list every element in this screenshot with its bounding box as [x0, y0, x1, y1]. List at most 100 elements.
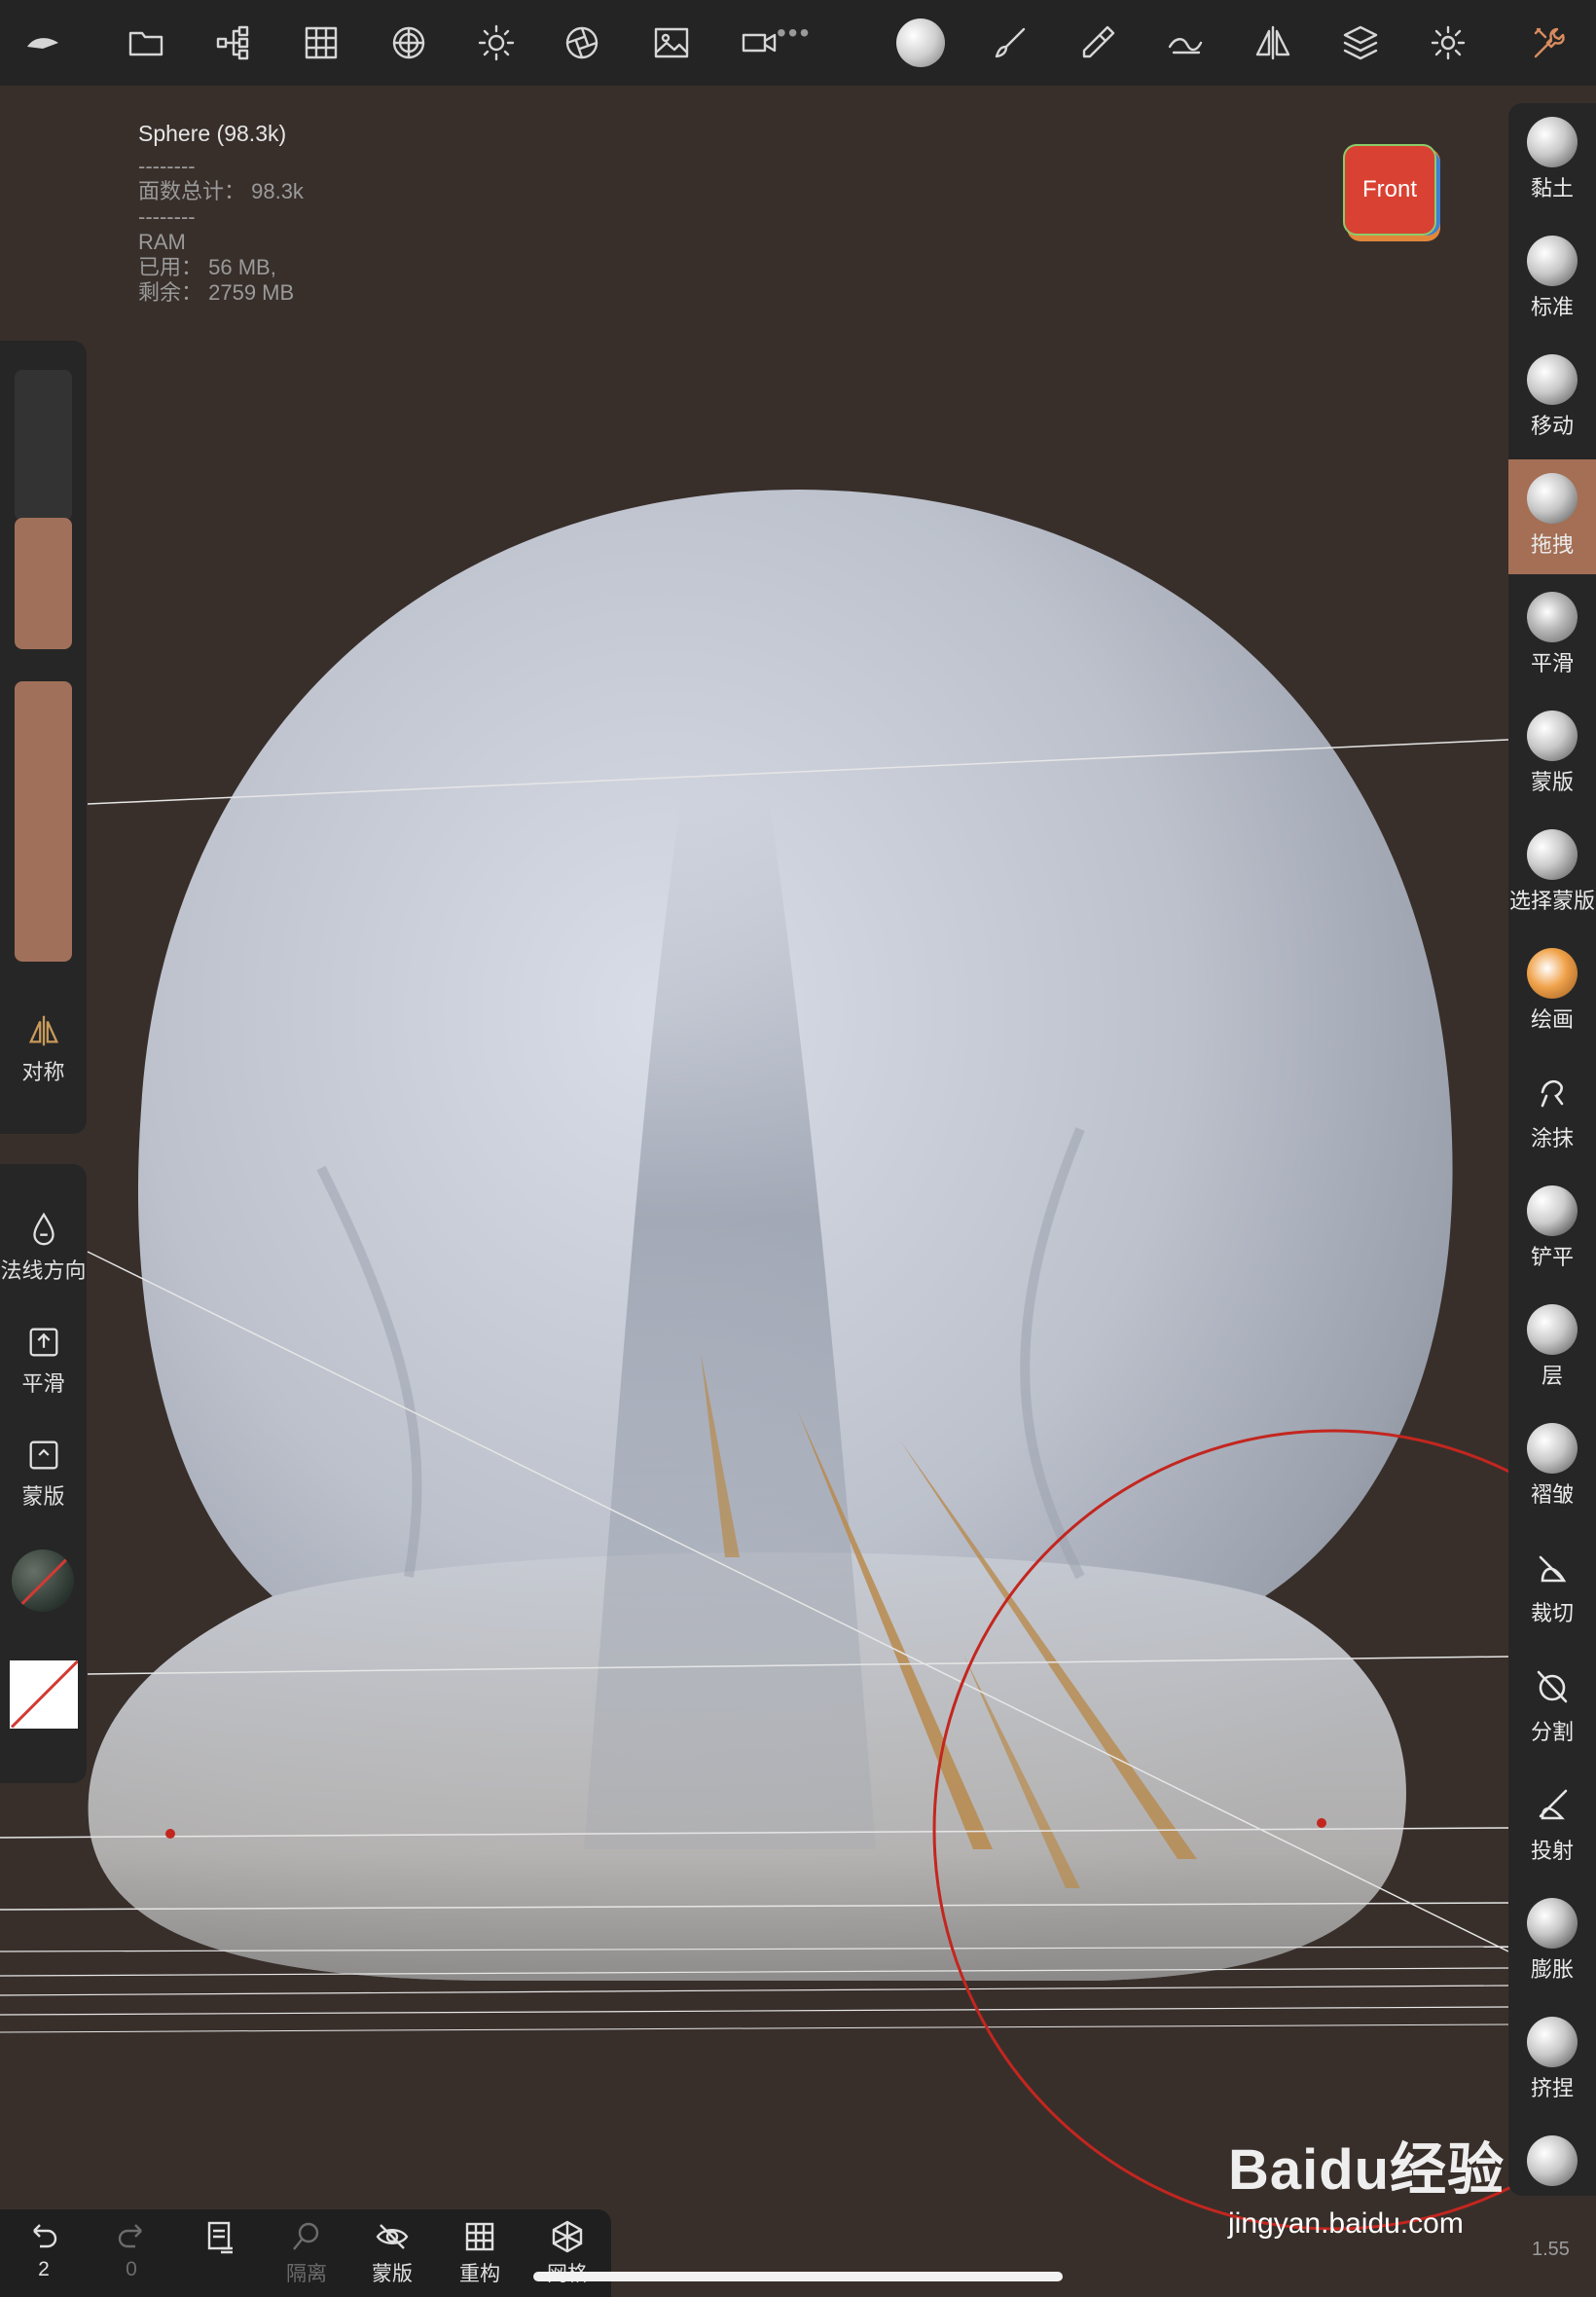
folder-icon[interactable]	[117, 14, 175, 72]
symmetry-icon[interactable]	[1244, 14, 1302, 72]
search-icon	[293, 2222, 319, 2250]
tool-select-mask[interactable]: 选择蒙版	[1508, 816, 1596, 930]
more-dots-icon[interactable]: •••	[777, 18, 811, 49]
tool-label: 标准	[1530, 295, 1574, 319]
tool-pinch[interactable]: 挤捏	[1508, 2003, 1596, 2118]
tool-smooth[interactable]: 平滑	[1508, 578, 1596, 693]
eye-off-icon	[376, 2224, 409, 2249]
mask-visibility-label: 蒙版	[372, 2263, 413, 2285]
tool-flatten[interactable]: 铲平	[1508, 1172, 1596, 1287]
smooth-toggle-button[interactable]: 平滑	[0, 1324, 87, 1398]
tool-label: 投射	[1530, 1839, 1574, 1863]
mask-label: 蒙版	[21, 1484, 65, 1509]
select-mask-tool-icon	[1527, 829, 1578, 880]
drag-tool-icon	[1527, 473, 1578, 524]
tool-label: 涂抹	[1530, 1126, 1574, 1150]
undo-count: 2	[38, 2258, 50, 2280]
flatten-tool-icon	[1527, 1185, 1578, 1236]
standard-tool-icon	[1527, 236, 1578, 286]
intensity-slider[interactable]	[15, 681, 72, 962]
home-indicator[interactable]	[533, 2272, 1063, 2281]
view-cube-gizmo[interactable]: Front	[1343, 144, 1450, 251]
matcap-icon[interactable]	[12, 1550, 74, 1612]
split-icon	[1537, 1670, 1568, 1703]
remesh-button[interactable]: 重构	[436, 2219, 524, 2287]
camera-aperture-icon[interactable]	[553, 14, 611, 72]
wireframe-icon	[552, 2220, 583, 2253]
gizmo-front-label: Front	[1343, 144, 1436, 236]
face-count: 面数总计： 98.3k	[138, 179, 304, 203]
tool-label: 平滑	[1530, 651, 1574, 675]
tool-label: 拖拽	[1530, 532, 1574, 557]
3d-viewport[interactable]	[0, 86, 1596, 2297]
dropper-icon[interactable]	[1069, 14, 1127, 72]
history-button[interactable]	[175, 2219, 263, 2258]
smooth-label: 平滑	[21, 1371, 65, 1396]
radius-slider-track[interactable]	[15, 370, 72, 521]
ram-used: 已用： 56 MB,	[138, 255, 276, 279]
tools-wrench-icon[interactable]	[1520, 14, 1578, 72]
tool-smudge[interactable]: 涂抹	[1508, 1053, 1596, 1168]
layers-icon[interactable]	[1331, 14, 1390, 72]
undo-button[interactable]: 2	[0, 2219, 88, 2281]
sphere-mesh-icon[interactable]	[380, 14, 438, 72]
normal-direction-label: 法线方向	[0, 1258, 87, 1283]
material-sphere-icon[interactable]	[891, 14, 950, 72]
redo-count: 0	[126, 2258, 137, 2280]
app-logo-icon[interactable]	[14, 14, 72, 72]
clay-tool-icon	[1527, 117, 1578, 167]
no-color-swatch[interactable]	[10, 1660, 78, 1729]
tool-inflate[interactable]: 膨胀	[1508, 1884, 1596, 1999]
tool-label: 蒙版	[1530, 770, 1574, 794]
scene-tree-icon[interactable]	[204, 14, 263, 72]
normal-direction-button[interactable]: 法线方向	[0, 1211, 87, 1285]
watermark-logo: Baidu经验	[1228, 2138, 1505, 2202]
remesh-label: 重构	[459, 2263, 500, 2285]
tool-move[interactable]: 移动	[1508, 341, 1596, 456]
mask-toggle-button[interactable]: 蒙版	[0, 1437, 87, 1511]
twist-tool-icon	[1527, 2135, 1578, 2186]
tool-label: 褶皱	[1530, 1482, 1574, 1507]
tool-panel: 黏土 标准 移动 拖拽 平滑 蒙版 选择蒙版 绘画 涂抹 铲平 层 褶皱 裁切 …	[1508, 103, 1596, 2196]
trim-icon	[1539, 1555, 1567, 1583]
mask-visibility-button[interactable]: 蒙版	[348, 2219, 436, 2287]
tool-label: 膨胀	[1530, 1957, 1574, 1982]
grid-topology-icon[interactable]	[292, 14, 350, 72]
tool-drag[interactable]: 拖拽	[1508, 459, 1596, 574]
tool-more[interactable]	[1508, 2122, 1596, 2196]
settings-gear-icon[interactable]	[1419, 14, 1477, 72]
tool-clay[interactable]: 黏土	[1508, 103, 1596, 218]
brush-icon[interactable]	[981, 14, 1039, 72]
radius-slider[interactable]	[15, 518, 72, 649]
tool-label: 裁切	[1530, 1601, 1574, 1625]
redo-button[interactable]: 0	[88, 2219, 175, 2281]
notebook-icon	[207, 2221, 233, 2254]
ram-free: 剩余： 2759 MB	[138, 280, 295, 305]
tool-paint[interactable]: 绘画	[1508, 934, 1596, 1049]
tool-split[interactable]: 分割	[1508, 1647, 1596, 1762]
top-toolbar: •••	[0, 0, 1596, 86]
image-icon[interactable]	[642, 14, 701, 72]
tool-label: 层	[1541, 1364, 1563, 1388]
project-icon	[1539, 1789, 1568, 1820]
undo-icon	[33, 2224, 57, 2248]
light-sun-icon[interactable]	[467, 14, 526, 72]
tool-standard[interactable]: 标准	[1508, 222, 1596, 337]
tool-trim[interactable]: 裁切	[1508, 1528, 1596, 1643]
tool-crease[interactable]: 褶皱	[1508, 1409, 1596, 1524]
symmetry-label: 对称	[21, 1060, 65, 1084]
symmetry-toggle-button[interactable]: 对称	[0, 1012, 87, 1086]
tool-label: 挤捏	[1530, 2076, 1574, 2100]
isolate-label: 隔离	[286, 2263, 327, 2285]
tool-layer[interactable]: 层	[1508, 1291, 1596, 1405]
grid-icon	[465, 2222, 494, 2251]
move-tool-icon	[1527, 354, 1578, 405]
mesh-info-overlay: Sphere (98.3k) -------- 面数总计： 98.3k ----…	[138, 121, 304, 306]
smudge-finger-icon	[1541, 1079, 1564, 1108]
stroke-icon[interactable]	[1156, 14, 1215, 72]
tool-project[interactable]: 投射	[1508, 1766, 1596, 1880]
tool-mask[interactable]: 蒙版	[1508, 697, 1596, 812]
isolate-button[interactable]: 隔离	[263, 2219, 350, 2287]
info-separator: --------	[138, 154, 196, 178]
redo-icon	[118, 2224, 142, 2248]
